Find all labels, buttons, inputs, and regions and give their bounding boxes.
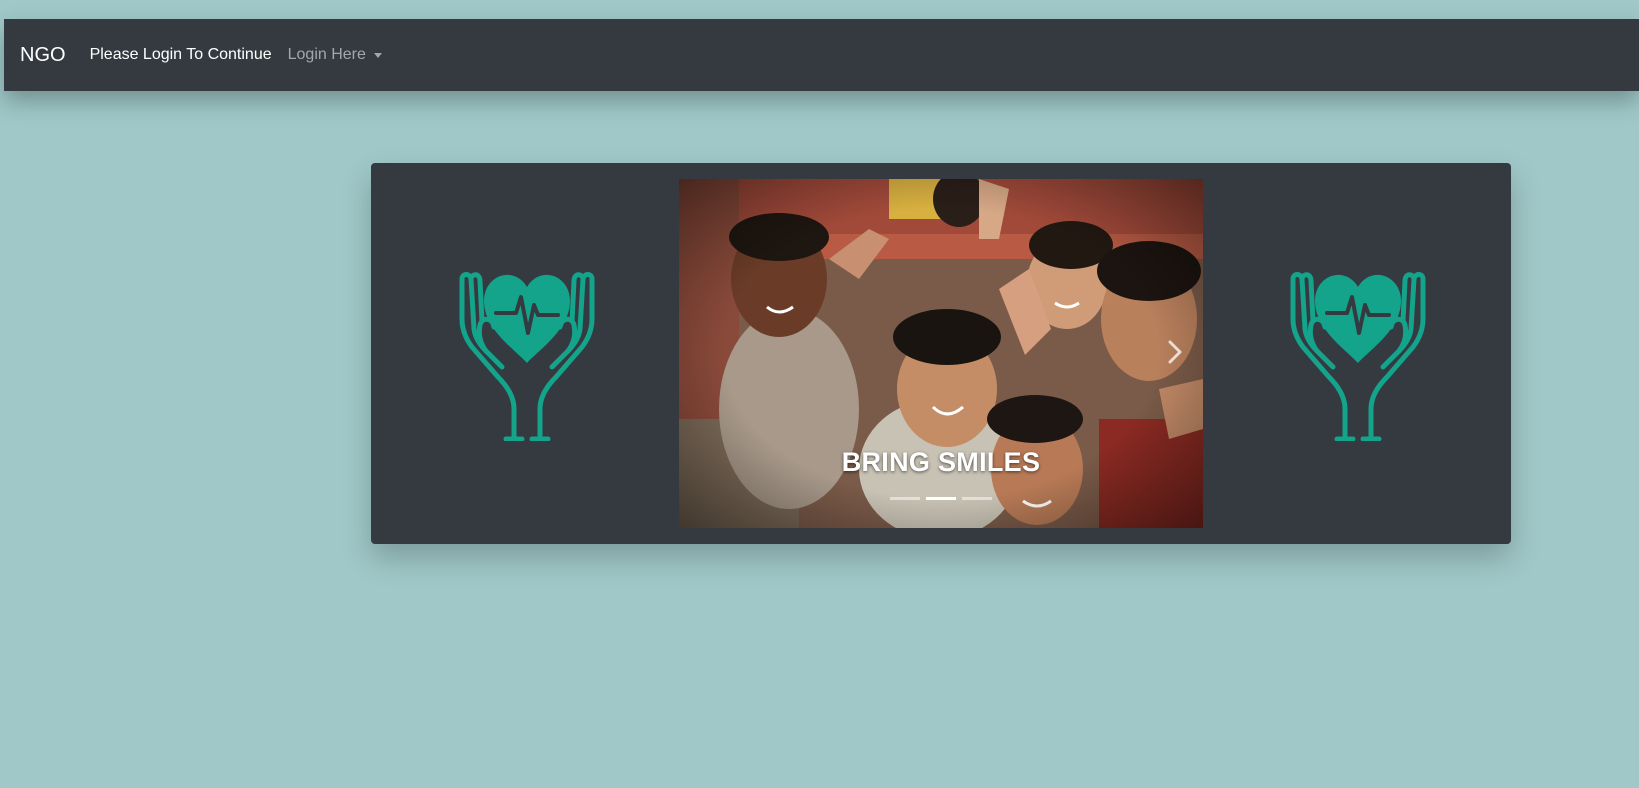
carousel-indicators: [679, 497, 1203, 500]
hands-heart-icon: [1290, 272, 1426, 441]
login-dropdown-label: Login Here: [287, 46, 366, 63]
caret-down-icon: [373, 52, 382, 58]
hero-panel: BRING SMILES: [371, 163, 1511, 544]
carousel-indicator-3[interactable]: [962, 497, 992, 500]
chevron-right-icon[interactable]: [1165, 337, 1185, 367]
top-navbar: NGO Please Login To Continue Login Here: [4, 19, 1639, 91]
login-message: Please Login To Continue: [89, 46, 272, 63]
carousel-indicator-2[interactable]: [926, 497, 956, 500]
image-carousel[interactable]: BRING SMILES: [679, 179, 1203, 528]
login-dropdown-toggle[interactable]: Login Here: [288, 46, 382, 64]
carousel-caption: BRING SMILES: [841, 447, 1041, 477]
hands-heart-icon: [459, 272, 595, 441]
brand-logo-text[interactable]: NGO: [20, 44, 66, 67]
carousel-indicator-1[interactable]: [890, 497, 920, 500]
